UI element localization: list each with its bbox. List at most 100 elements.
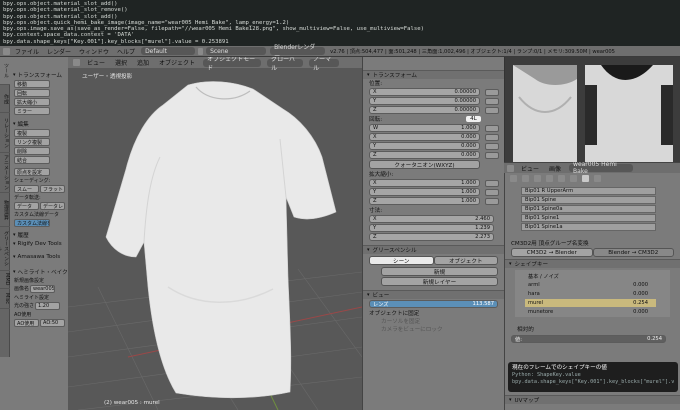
shape-value-slider[interactable]: 値: 0.254 (511, 335, 666, 343)
ao-value-field[interactable]: AO:50 (40, 319, 65, 327)
new-grease-button[interactable]: 新規 (381, 267, 498, 276)
rotation-mode-toggle[interactable]: 4L (466, 116, 481, 122)
pivot-selector[interactable]: グローバル (267, 57, 304, 72)
tab-animation[interactable]: アニメーション (0, 153, 10, 193)
panel-amasawa-header[interactable]: Amasawa Tools (11, 252, 68, 261)
image-menu-image[interactable]: 画像 (545, 163, 565, 174)
lock-icon[interactable] (485, 107, 499, 114)
set-origin-button[interactable]: 原点を設定 (14, 168, 50, 176)
panel-hemi-bake-header[interactable]: ヘミライト・ベイク (11, 267, 68, 276)
tab-misc[interactable]: Misc (0, 289, 10, 309)
rotation-z-field[interactable]: Z 0.000 (369, 151, 499, 159)
render-tab-icon[interactable] (510, 174, 517, 182)
rotation-y-field[interactable]: Y 0.000 (369, 142, 499, 150)
new-layer-button[interactable]: 新規レイヤー (381, 277, 498, 286)
panel-uv-maps-header[interactable]: UVマップ (505, 395, 680, 404)
info-editor-icon[interactable] (3, 47, 10, 55)
vertex-group-item[interactable]: Bip01 Spine1a (521, 223, 656, 231)
ao-bake-checkbox[interactable]: AO使用 (14, 319, 39, 327)
image-editor-icon[interactable] (507, 164, 514, 172)
lock-icon[interactable] (485, 152, 499, 159)
mirror-button[interactable]: ミラー (14, 107, 50, 115)
viewport-menu-select[interactable]: 選択 (111, 57, 131, 68)
menu-render[interactable]: レンダー (43, 46, 75, 57)
lock-icon[interactable] (485, 98, 499, 105)
rotation-x-field[interactable]: X 0.000 (369, 133, 499, 141)
world-tab-icon[interactable] (534, 174, 541, 182)
menu-file[interactable]: ファイル (11, 46, 43, 57)
rotation-w-field[interactable]: W 1.000 (369, 124, 499, 132)
panel-history-header[interactable]: 履歴 (11, 230, 68, 239)
lock-icon[interactable] (485, 125, 499, 132)
location-x-field[interactable]: X 0.00000 (369, 88, 499, 96)
delete-button[interactable]: 削除 (14, 147, 50, 155)
modifiers-tab-icon[interactable] (570, 174, 577, 182)
tab-create[interactable]: 作成 (0, 85, 10, 113)
lock-icon[interactable] (485, 134, 499, 141)
menu-window[interactable]: ウィンドウ (75, 46, 113, 57)
cm3d2-to-blender-button[interactable]: CM3D2 → Blender (511, 248, 593, 257)
tab-grease-pencil[interactable]: グリースペンシル (0, 227, 10, 271)
tab-physics[interactable]: 物理演算 (0, 193, 10, 227)
3d-viewport[interactable]: ビュー 選択 追加 オブジェクト オブジェクトモード グローバル ノーマル ユー… (68, 57, 362, 410)
data-tab-icon[interactable] (582, 174, 589, 182)
location-z-field[interactable]: Z 0.00000 (369, 106, 499, 114)
panel-view-header[interactable]: ビュー (363, 290, 504, 299)
dimension-z-field[interactable]: Z 2.273 (369, 233, 494, 241)
relative-checkbox[interactable]: 相対的 (505, 325, 680, 333)
shape-key-item[interactable]: 基本 / ノイズ (525, 272, 656, 280)
tab-relations[interactable]: リレーション (0, 113, 10, 153)
link-duplicate-button[interactable]: リンク複製 (14, 138, 50, 146)
orientation-selector[interactable]: ノーマル (309, 57, 340, 72)
lock-icon[interactable] (485, 198, 499, 205)
vertex-group-item[interactable]: Bip01 Spine1 (521, 214, 656, 222)
viewport-menu-add[interactable]: 追加 (133, 57, 153, 68)
lock-icon[interactable] (485, 189, 499, 196)
image-name-field[interactable]: wear005 (30, 285, 56, 293)
scene-tab-icon[interactable] (522, 174, 529, 182)
move-button[interactable]: 移動 (14, 80, 50, 88)
join-button[interactable]: 結合 (14, 156, 50, 164)
shape-key-item[interactable]: hara 0.000 (525, 290, 656, 298)
panel-grease-pencil-header[interactable]: グリースペンシル (363, 245, 504, 254)
material-tab-icon[interactable] (594, 174, 601, 182)
object-tab-icon[interactable] (546, 174, 553, 182)
location-y-field[interactable]: Y 0.00000 (369, 97, 499, 105)
shape-key-item[interactable]: munetore 0.000 (525, 308, 656, 316)
layout-selector[interactable]: Default (141, 47, 196, 55)
rotation-mode-dropdown[interactable]: クォータニオン(WXYZ) (369, 160, 480, 169)
light-strength-field[interactable]: 1.20 (35, 302, 61, 310)
lock-icon[interactable] (485, 89, 499, 96)
scale-x-field[interactable]: X 1.000 (369, 179, 499, 187)
mode-selector[interactable]: オブジェクトモード (203, 57, 262, 72)
data-layer-button[interactable]: データレ (40, 202, 65, 210)
panel-edit-header[interactable]: 編集 (11, 119, 68, 128)
scale-z-field[interactable]: Z 1.000 (369, 197, 499, 205)
shape-key-item-selected[interactable]: murel 0.254 (525, 299, 656, 307)
shape-key-item[interactable]: arml 0.000 (525, 281, 656, 289)
lens-field[interactable]: レンズ 113.587 (369, 300, 498, 308)
scale-y-field[interactable]: Y 1.000 (369, 188, 499, 196)
constraints-tab-icon[interactable] (558, 174, 565, 182)
lock-icon[interactable] (485, 143, 499, 150)
panel-shape-keys-header[interactable]: シェイプキー (505, 259, 680, 268)
panel-transform-header[interactable]: トランスフォーム (363, 70, 504, 79)
ao-checkbox[interactable]: AO使用 (14, 311, 65, 318)
close-icon[interactable] (198, 47, 204, 55)
duplicate-button[interactable]: 複製 (14, 129, 50, 137)
image-selector[interactable]: wear005 Hemi Bake (569, 161, 634, 175)
dimension-x-field[interactable]: X 2.460 (369, 215, 494, 223)
smooth-button[interactable]: スムー (14, 185, 39, 193)
scene-selector[interactable]: Scene (206, 47, 267, 55)
viewport-menu-view[interactable]: ビュー (83, 57, 109, 68)
lock-camera-checkbox[interactable]: カメラをビューにロック (363, 325, 504, 333)
lock-icon[interactable] (485, 180, 499, 187)
tshirt-mesh[interactable] (105, 81, 337, 399)
tab-scene[interactable]: シーン (369, 256, 434, 265)
lock-cursor-checkbox[interactable]: カーソルを固定 (363, 317, 504, 325)
3d-view-editor-icon[interactable] (73, 59, 80, 66)
data-button[interactable]: データ (14, 202, 39, 210)
dimension-y-field[interactable]: Y 1.239 (369, 224, 494, 232)
vertex-group-item[interactable]: Bip01 Spine0a (521, 205, 656, 213)
tab-mmd[interactable]: MMD (0, 271, 10, 289)
